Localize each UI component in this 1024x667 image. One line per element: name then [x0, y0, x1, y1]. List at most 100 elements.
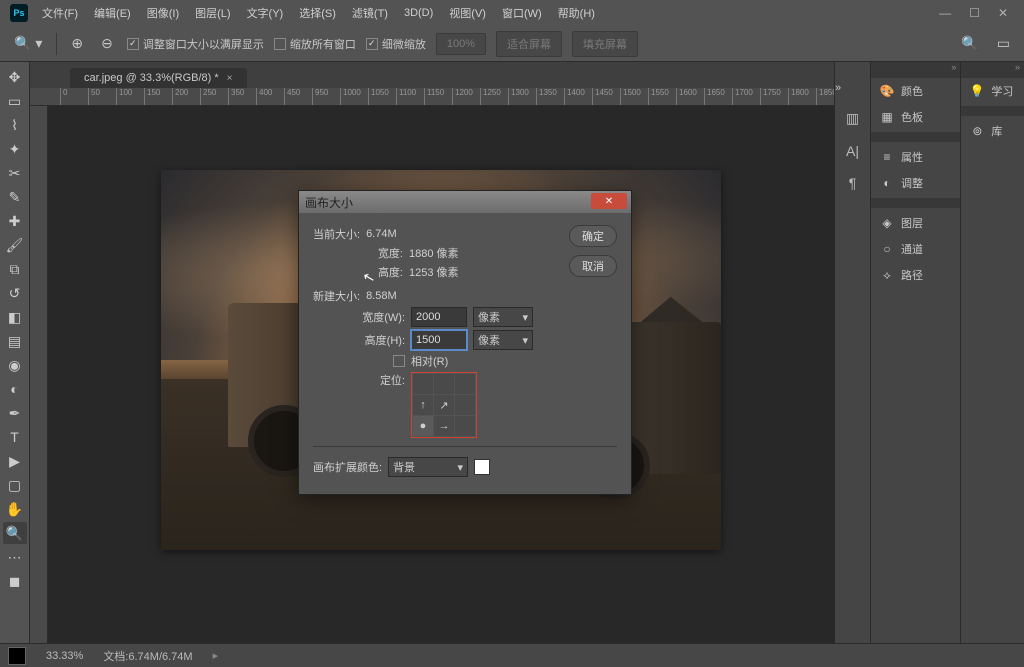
- brush-tool[interactable]: 🖌: [3, 234, 27, 256]
- ok-button[interactable]: 确定: [569, 225, 617, 247]
- hand-tool[interactable]: ✋: [3, 498, 27, 520]
- resize-to-fit-check[interactable]: 调整窗口大小以满屏显示: [127, 36, 264, 52]
- panel-swatches[interactable]: ▦色板: [871, 104, 960, 130]
- fill-screen-button[interactable]: 填充屏幕: [572, 31, 638, 57]
- path-select-tool[interactable]: ▶: [3, 450, 27, 472]
- zoom-all-check[interactable]: 缩放所有窗口: [274, 36, 356, 52]
- workspace-icon[interactable]: ▭: [993, 33, 1014, 54]
- paragraph-panel-icon[interactable]: ¶: [849, 175, 857, 191]
- character-panel-icon[interactable]: A|: [846, 143, 859, 159]
- zoom-level[interactable]: 33.33%: [46, 650, 83, 662]
- shape-tool[interactable]: ▢: [3, 474, 27, 496]
- menu-file[interactable]: 文件(F): [34, 1, 86, 25]
- 100pct-button[interactable]: 100%: [436, 33, 486, 55]
- blur-tool[interactable]: ◉: [3, 354, 27, 376]
- ruler-horizontal: 0501001502002503504004509501000105011001…: [30, 88, 834, 106]
- foreground-swatch[interactable]: [8, 647, 26, 665]
- new-size-label: 新建大小:: [313, 288, 360, 304]
- close-button[interactable]: ✕: [998, 6, 1008, 20]
- scrubby-zoom-check[interactable]: 细微缩放: [366, 36, 426, 52]
- menu-type[interactable]: 文字(Y): [239, 1, 292, 25]
- crop-tool[interactable]: ✂: [3, 162, 27, 184]
- panel-paths[interactable]: ⟡路径: [871, 262, 960, 288]
- menu-bar: Ps 文件(F) 编辑(E) 图像(I) 图层(L) 文字(Y) 选择(S) 滤…: [0, 0, 1024, 26]
- pen-tool[interactable]: ✒: [3, 402, 27, 424]
- history-panel-icon[interactable]: ▥: [846, 110, 859, 127]
- menu-layer[interactable]: 图层(L): [187, 1, 238, 25]
- panel-color[interactable]: 🎨颜色: [871, 78, 960, 104]
- lasso-tool[interactable]: ⌇: [3, 114, 27, 136]
- panel-adjustments[interactable]: ◐调整: [871, 170, 960, 196]
- panel-properties[interactable]: ≡属性: [871, 144, 960, 170]
- zoom-in-icon[interactable]: ⊕: [67, 33, 87, 54]
- panel-collapse-handle[interactable]: »: [871, 62, 960, 78]
- cur-width-value: 1880 像素: [409, 245, 459, 261]
- status-bar: 33.33% 文档:6.74M/6.74M ▸: [0, 643, 1024, 667]
- menu-view[interactable]: 视图(V): [441, 1, 494, 25]
- fit-screen-button[interactable]: 适合屏幕: [496, 31, 562, 57]
- clone-stamp-tool[interactable]: ⧉: [3, 258, 27, 280]
- maximize-button[interactable]: ☐: [969, 6, 980, 20]
- close-tab-icon[interactable]: ×: [227, 73, 233, 84]
- color-icon: 🎨: [879, 83, 895, 99]
- paths-icon: ⟡: [879, 267, 895, 283]
- menu-select[interactable]: 选择(S): [291, 1, 344, 25]
- relative-checkbox[interactable]: [393, 355, 405, 367]
- menu-image[interactable]: 图像(I): [139, 1, 187, 25]
- color-swatch[interactable]: ◼: [3, 570, 27, 592]
- panel-collapse-handle[interactable]: »: [835, 82, 870, 94]
- scrubby-zoom-label: 细微缩放: [382, 36, 426, 52]
- marquee-tool[interactable]: ▭: [3, 90, 27, 112]
- ext-color-swatch[interactable]: [474, 459, 490, 475]
- relative-label: 相对(R): [411, 353, 448, 369]
- menu-help[interactable]: 帮助(H): [550, 1, 603, 25]
- minimize-button[interactable]: —: [939, 6, 951, 20]
- width-unit-select[interactable]: 像素▾: [473, 307, 533, 327]
- document-tabs: car.jpeg @ 33.3%(RGB/8) * ×: [30, 62, 834, 88]
- zoom-tool[interactable]: 🔍: [3, 522, 27, 544]
- current-size-value: 6.74M: [366, 228, 397, 240]
- learn-icon: 💡: [969, 83, 985, 99]
- divider: [56, 33, 57, 55]
- eyedropper-tool[interactable]: ✎: [3, 186, 27, 208]
- menu-filter[interactable]: 滤镜(T): [344, 1, 396, 25]
- type-tool[interactable]: T: [3, 426, 27, 448]
- height-unit-select[interactable]: 像素▾: [473, 330, 533, 350]
- zoom-tool-icon[interactable]: 🔍 ▾: [10, 33, 46, 54]
- edit-toolbar[interactable]: ⋯: [3, 546, 27, 568]
- new-size-value: 8.58M: [366, 290, 397, 302]
- collapsed-panel-strip: » ▥ A| ¶: [834, 62, 870, 643]
- menu-3d[interactable]: 3D(D): [396, 3, 441, 23]
- doc-size[interactable]: 文档:6.74M/6.74M: [103, 648, 192, 664]
- magic-wand-tool[interactable]: ✦: [3, 138, 27, 160]
- zoom-out-icon[interactable]: ⊖: [97, 33, 117, 54]
- dialog-titlebar[interactable]: 画布大小 ✕: [299, 191, 631, 213]
- ext-color-select[interactable]: 背景▾: [388, 457, 468, 477]
- menu-window[interactable]: 窗口(W): [494, 1, 550, 25]
- gradient-tool[interactable]: ▤: [3, 330, 27, 352]
- ext-color-label: 画布扩展颜色:: [313, 459, 382, 475]
- panel-collapse-handle[interactable]: »: [961, 62, 1024, 78]
- document-tab-title: car.jpeg @ 33.3%(RGB/8) *: [84, 72, 219, 84]
- eraser-tool[interactable]: ◧: [3, 306, 27, 328]
- history-brush-tool[interactable]: ↺: [3, 282, 27, 304]
- document-tab[interactable]: car.jpeg @ 33.3%(RGB/8) * ×: [70, 68, 247, 88]
- move-tool[interactable]: ✥: [3, 66, 27, 88]
- cancel-button[interactable]: 取消: [569, 255, 617, 277]
- menu-edit[interactable]: 编辑(E): [86, 1, 139, 25]
- dialog-close-button[interactable]: ✕: [591, 193, 627, 209]
- spot-heal-tool[interactable]: ✚: [3, 210, 27, 232]
- width-input[interactable]: [411, 307, 467, 327]
- adjustments-icon: ◐: [879, 175, 895, 191]
- swatches-icon: ▦: [879, 109, 895, 125]
- panel-libraries[interactable]: ⊚库: [961, 118, 1024, 144]
- panel-layers[interactable]: ◈图层: [871, 210, 960, 236]
- anchor-grid[interactable]: ↑↗ ●→: [411, 372, 477, 438]
- height-input[interactable]: [411, 330, 467, 350]
- app-logo: Ps: [10, 4, 28, 22]
- panel-learn[interactable]: 💡学习: [961, 78, 1024, 104]
- panel-channels[interactable]: ○通道: [871, 236, 960, 262]
- search-icon[interactable]: 🔍: [957, 33, 982, 54]
- tools-panel: ✥ ▭ ⌇ ✦ ✂ ✎ ✚ 🖌 ⧉ ↺ ◧ ▤ ◉ ◐ ✒ T ▶ ▢ ✋ 🔍 …: [0, 62, 30, 643]
- dodge-tool[interactable]: ◐: [3, 378, 27, 400]
